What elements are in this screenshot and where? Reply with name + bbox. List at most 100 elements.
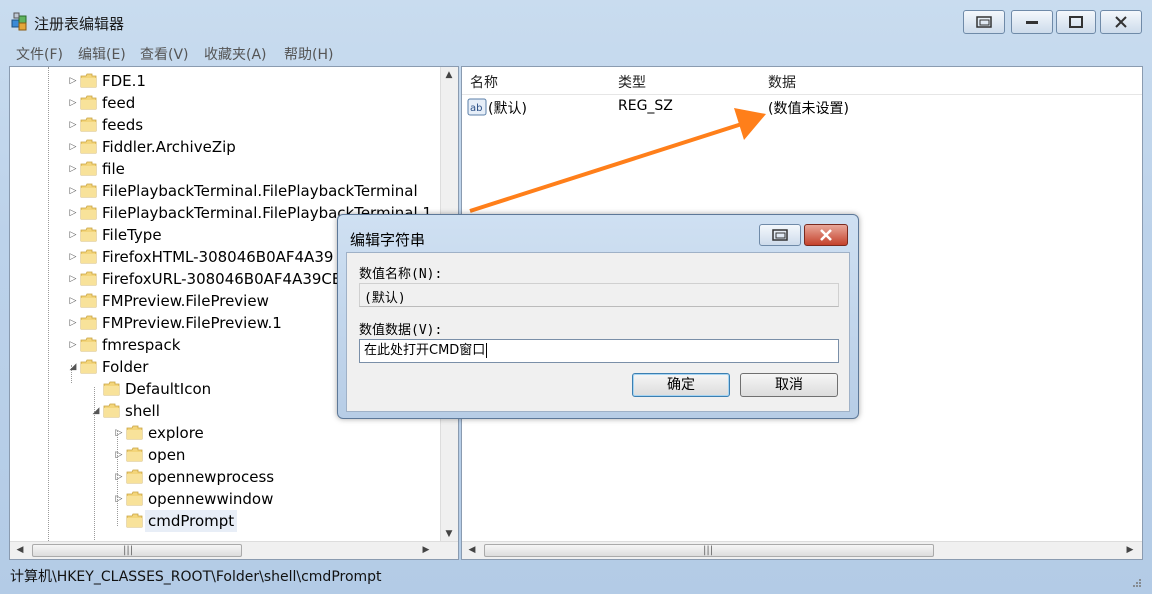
scroll-left-arrow[interactable]: ◀ [464,542,480,559]
header-divider [462,94,1142,95]
tree-collapsed-icon[interactable]: ▷ [114,466,124,488]
restore-window-button[interactable] [963,10,1005,34]
tree-item-label: FirefoxHTML-308046B0AF4A39 [102,248,334,266]
scroll-thumb[interactable]: ||| [484,544,934,557]
value-name-text: (默认) [364,291,406,306]
tree-collapsed-icon[interactable]: ▷ [68,136,78,158]
folder-icon [80,95,97,110]
menu-bar: 文件(F) 编辑(E) 查看(V) 收藏夹(A) 帮助(H) [0,42,1152,64]
folder-icon [80,249,97,264]
tree-connector-line [48,67,49,543]
folder-icon [80,337,97,352]
grip-icon: ||| [123,545,134,556]
menu-favorites[interactable]: 收藏夹(A) [204,44,267,64]
tree-collapsed-icon[interactable]: ▷ [68,268,78,290]
tree-item-label: feed [102,94,136,112]
tree-collapsed-icon[interactable]: ▷ [68,202,78,224]
window-title: 注册表编辑器 [34,15,125,33]
tree-expanded-icon[interactable]: ◢ [68,356,78,378]
tree-item-label: FDE.1 [102,72,146,90]
restore-icon [976,16,992,28]
value-name-field: (默认) [359,283,839,307]
tree-collapsed-icon[interactable]: ▷ [68,312,78,334]
tree-collapsed-icon[interactable]: ▷ [68,70,78,92]
value-name-cell: (默认) [488,101,527,117]
folder-icon [80,271,97,286]
tree-expanded-icon[interactable]: ◢ [91,400,101,422]
column-header-name[interactable]: 名称 [470,72,498,92]
tree-collapsed-icon[interactable]: ▷ [68,224,78,246]
close-icon [1115,16,1127,28]
folder-icon [80,293,97,308]
tree-item-label: DefaultIcon [125,380,212,398]
scroll-thumb[interactable]: ||| [32,544,242,557]
svg-text:ab: ab [470,103,482,114]
value-data-input[interactable]: 在此处打开CMD窗口 [359,339,839,363]
scroll-right-arrow[interactable]: ▶ [1122,542,1138,559]
menu-view[interactable]: 查看(V) [140,44,189,64]
folder-icon [126,447,143,462]
tree-collapsed-icon[interactable]: ▷ [68,158,78,180]
tree-item-label: opennewwindow [148,490,274,508]
folder-icon [126,491,143,506]
tree-item-label: opennewprocess [148,468,275,486]
column-header-data[interactable]: 数据 [768,72,796,92]
menu-help[interactable]: 帮助(H) [284,44,333,64]
list-horizontal-scrollbar[interactable]: ◀ ||| ▶ [462,541,1142,559]
tree-item-label: fmrespack [102,336,181,354]
ok-button[interactable]: 确定 [632,373,730,397]
cancel-button[interactable]: 取消 [740,373,838,397]
tree-item-label: file [102,160,125,178]
value-name-label: 数值名称(N): [359,267,443,282]
menu-edit[interactable]: 编辑(E) [78,44,126,64]
minimize-button[interactable] [1011,10,1053,34]
tree-item-label: cmdPrompt [145,510,238,532]
scroll-up-arrow[interactable]: ▲ [441,67,457,84]
tree-collapsed-icon[interactable]: ▷ [68,246,78,268]
folder-icon [80,183,97,198]
menu-file[interactable]: 文件(F) [16,44,63,64]
tree-item-label: shell [125,402,160,420]
dialog-restore-button[interactable] [759,224,801,246]
folder-icon [126,513,143,528]
tree-item-label: FMPreview.FilePreview [102,292,269,310]
status-bar: 计算机\HKEY_CLASSES_ROOT\Folder\shell\cmdPr… [0,562,1152,594]
folder-icon [80,205,97,220]
scroll-right-arrow[interactable]: ▶ [418,542,434,559]
value-data-cell: (数值未设置) [768,101,849,117]
dialog-body: 数值名称(N): (默认) 数值数据(V): 在此处打开CMD窗口 确定 取消 [346,252,850,412]
folder-icon [80,73,97,88]
status-path: 计算机\HKEY_CLASSES_ROOT\Folder\shell\cmdPr… [10,569,382,585]
dialog-close-button[interactable] [804,224,848,246]
maximize-button[interactable] [1056,10,1096,34]
folder-icon [126,469,143,484]
tree-collapsed-icon[interactable]: ▷ [68,334,78,356]
close-window-button[interactable] [1100,10,1142,34]
tree-collapsed-icon[interactable]: ▷ [114,444,124,466]
minimize-icon [1026,21,1038,24]
column-header-type[interactable]: 类型 [618,72,646,92]
scroll-left-arrow[interactable]: ◀ [12,542,28,559]
grip-icon: ||| [703,545,714,556]
tree-item-label: Fiddler.ArchiveZip [102,138,236,156]
value-type-cell: REG_SZ [618,98,673,114]
maximize-icon [1069,16,1083,28]
regedit-app-icon [11,12,27,31]
restore-icon [772,229,788,241]
folder-icon [126,425,143,440]
string-value-icon: ab [467,98,487,116]
tree-collapsed-icon[interactable]: ▷ [114,422,124,444]
resize-grip-icon[interactable] [1132,578,1142,588]
folder-icon [80,117,97,132]
value-data-label: 数值数据(V): [359,323,443,338]
tree-item-label: Folder [102,358,149,376]
tree-collapsed-icon[interactable]: ▷ [68,180,78,202]
text-caret [486,343,488,358]
folder-icon [80,161,97,176]
tree-horizontal-scrollbar[interactable]: ◀ ||| ▶ [10,541,458,559]
tree-collapsed-icon[interactable]: ▷ [68,92,78,114]
tree-item-label: open [148,446,186,464]
tree-collapsed-icon[interactable]: ▷ [68,290,78,312]
tree-collapsed-icon[interactable]: ▷ [114,488,124,510]
tree-collapsed-icon[interactable]: ▷ [68,114,78,136]
